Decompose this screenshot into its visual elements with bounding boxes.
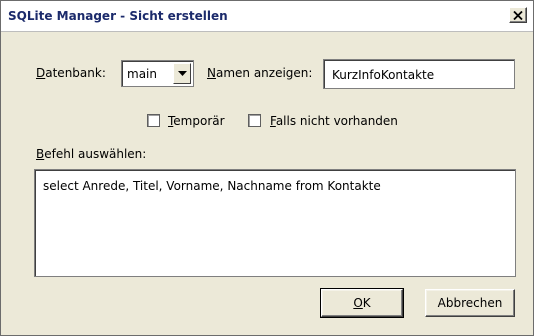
close-icon bbox=[513, 10, 523, 20]
if-not-exists-label[interactable]: Falls nicht vorhanden bbox=[270, 114, 398, 128]
view-name-input[interactable]: KurzInfoKontakte bbox=[323, 59, 515, 89]
view-name-label: Namen anzeigen: bbox=[207, 66, 313, 80]
if-not-exists-checkbox[interactable] bbox=[248, 114, 261, 127]
dialog-window: SQLite Manager - Sicht erstellen Datenba… bbox=[0, 0, 534, 336]
temporary-label[interactable]: Temporär bbox=[168, 114, 225, 128]
statement-label: Befehl auswählen: bbox=[36, 147, 147, 161]
title-bar[interactable]: SQLite Manager - Sicht erstellen bbox=[1, 1, 533, 32]
chevron-down-icon bbox=[177, 71, 187, 76]
temporary-checkbox[interactable] bbox=[147, 114, 160, 127]
database-label: Datenbank: bbox=[36, 66, 106, 80]
statement-textarea[interactable]: select Anrede, Titel, Vorname, Nachname … bbox=[34, 169, 516, 277]
database-dropdown-button[interactable] bbox=[173, 63, 191, 84]
ok-button[interactable]: OK bbox=[320, 288, 404, 318]
window-title: SQLite Manager - Sicht erstellen bbox=[8, 9, 228, 23]
database-select[interactable]: main bbox=[121, 60, 194, 87]
cancel-button[interactable]: Abbrechen bbox=[425, 289, 515, 317]
database-select-value: main bbox=[127, 67, 157, 81]
close-button[interactable] bbox=[509, 7, 527, 23]
